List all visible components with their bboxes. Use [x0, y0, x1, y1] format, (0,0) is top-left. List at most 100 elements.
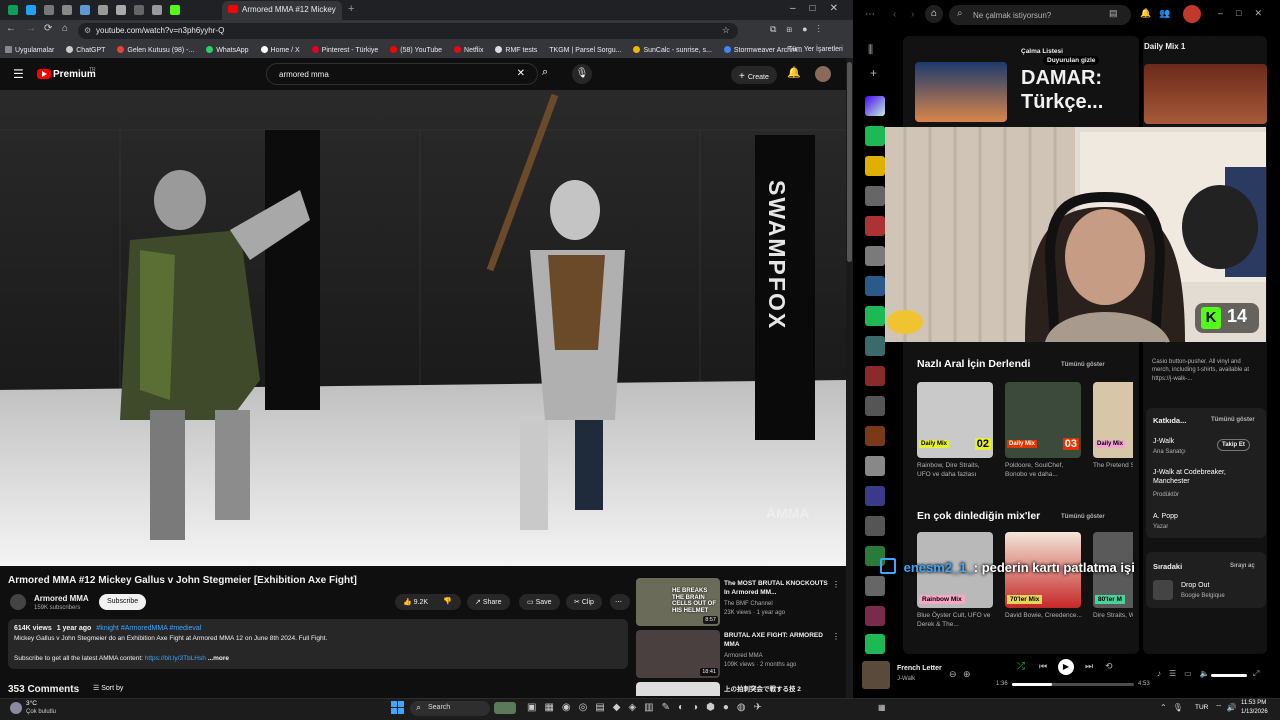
- language-indicator[interactable]: TUR: [1195, 704, 1208, 711]
- dislike-button[interactable]: 👎: [443, 597, 452, 605]
- more-actions-icon[interactable]: ⋯: [610, 594, 630, 610]
- play-button[interactable]: ▶: [1058, 659, 1074, 675]
- recommendation-item[interactable]: HE BREAKS THE BRAIN CELLS OUT OF HIS HEL…: [636, 578, 844, 628]
- voice-search-icon[interactable]: 🎙: [572, 64, 592, 84]
- channel-name[interactable]: Armored MMA: [34, 594, 89, 603]
- window-controls-icon[interactable]: –□✕: [790, 3, 852, 14]
- hide-ad-button[interactable]: Duyurulan gizle: [1043, 56, 1100, 65]
- library-item[interactable]: [865, 156, 885, 176]
- back-icon[interactable]: ←: [6, 23, 16, 34]
- current-track-artist[interactable]: J-Walk: [897, 676, 915, 682]
- library-item[interactable]: [865, 576, 885, 596]
- shuffle-icon[interactable]: ⤮: [1017, 661, 1025, 672]
- library-item[interactable]: [865, 336, 885, 356]
- library-item[interactable]: [865, 426, 885, 446]
- forward-icon[interactable]: ›: [911, 9, 914, 20]
- genre-mix-card[interactable]: 80'ler M Dire Straits, Whitesnake: [1093, 532, 1133, 621]
- save-button[interactable]: ▭ Save: [519, 594, 560, 610]
- daily-mix-card[interactable]: Daily Mix The Pretend Shivaree: [1093, 382, 1133, 471]
- section-title[interactable]: En çok dinlediğin mix'ler: [917, 510, 1040, 522]
- like-button[interactable]: 👍 9.2K: [403, 599, 428, 606]
- current-track-title[interactable]: French Letter: [897, 665, 942, 672]
- hero-playlist-cover[interactable]: [915, 62, 1007, 122]
- next-icon[interactable]: ⏭: [1085, 661, 1093, 672]
- new-tab-icon[interactable]: +: [348, 3, 354, 15]
- bookmark-pinterest[interactable]: Pinterest - Türkiye: [311, 46, 378, 54]
- queue-track-artist[interactable]: Boogie Belgique: [1181, 593, 1225, 599]
- liked-songs-icon[interactable]: [865, 96, 885, 116]
- follow-button[interactable]: Takip Et: [1217, 439, 1250, 451]
- window-controls-icon[interactable]: –□✕: [1218, 8, 1275, 19]
- bookmark-x[interactable]: Home / X: [260, 46, 300, 54]
- genre-mix-card[interactable]: 70'ler Mix David Bowie, Creedence...: [1005, 532, 1083, 621]
- show-all-link[interactable]: Tümünü göster: [1061, 514, 1105, 520]
- forward-icon[interactable]: →: [26, 23, 36, 34]
- weather-desc[interactable]: Çok bulutlu: [26, 709, 56, 715]
- bookmark-gmail[interactable]: Gelen Kutusu (98) -...: [117, 46, 194, 54]
- channel-avatar[interactable]: [10, 594, 26, 610]
- recommendation-item[interactable]: 18:41 BRUTAL AXE FIGHT: ARMORED MMA Armo…: [636, 630, 844, 680]
- description-box[interactable]: 614K views 1 year ago #knight #ArmoredMM…: [8, 619, 628, 669]
- tray-icons[interactable]: ⌃🎙: [1160, 703, 1189, 712]
- app-icon[interactable]: ▦: [878, 703, 886, 712]
- bookmark-chatgpt[interactable]: ChatGPT: [66, 46, 105, 54]
- bookmark-netflix[interactable]: Netflix: [454, 46, 483, 54]
- bookmark-suncalc[interactable]: SunCalc - sunrise, s...: [633, 46, 712, 54]
- recommendation-item[interactable]: 上の拍刺突会で戦する技 2: [636, 682, 844, 696]
- weather-temp[interactable]: 3°C: [26, 700, 37, 707]
- more-menu-icon[interactable]: ⋯: [865, 9, 875, 20]
- bookmark-apps[interactable]: Uygulamalar: [5, 46, 54, 54]
- start-icon[interactable]: [391, 701, 405, 715]
- previous-icon[interactable]: ⏮: [1039, 661, 1047, 672]
- more-options-icon[interactable]: ⋮: [832, 632, 840, 641]
- omnibox[interactable]: ⚙ youtube.com/watch?v=n3ph6yyhr-Q ☆: [78, 23, 738, 39]
- library-item[interactable]: [865, 516, 885, 536]
- credit-name[interactable]: J-Walk: [1153, 438, 1174, 445]
- extensions-icon[interactable]: ⧉⊞●⋮: [770, 24, 830, 35]
- youtube-search-input[interactable]: armored mma ✕: [266, 63, 538, 85]
- home-icon[interactable]: ⌂: [62, 23, 68, 34]
- pinned-apps-icon[interactable]: ▣▦◉◎▤◆◈▥✎◐◑⬢●◍✈: [527, 702, 770, 713]
- show-all-link[interactable]: Tümünü göster: [1061, 362, 1105, 368]
- library-item[interactable]: [865, 126, 885, 146]
- clock-time[interactable]: 11:53 PM: [1241, 700, 1266, 706]
- open-queue-link[interactable]: Sırayı aç: [1230, 563, 1255, 569]
- share-button[interactable]: ↗ Share: [467, 594, 510, 610]
- add-icon[interactable]: +: [870, 66, 877, 80]
- library-item[interactable]: [865, 486, 885, 506]
- active-tab[interactable]: Armored MMA #12 Mickey: [222, 1, 342, 20]
- library-item[interactable]: [865, 216, 885, 236]
- notifications-icon[interactable]: 🔔: [787, 66, 801, 79]
- library-item[interactable]: [865, 366, 885, 386]
- create-button[interactable]: + Create: [731, 66, 777, 84]
- library-item[interactable]: [865, 306, 885, 326]
- profile-avatar[interactable]: [1183, 5, 1201, 23]
- library-item[interactable]: [865, 456, 885, 476]
- player-extra-controls-icon[interactable]: ♪☰▭🔈: [1157, 669, 1218, 678]
- reload-icon[interactable]: ⟳: [44, 23, 52, 34]
- home-icon[interactable]: ⌂: [925, 5, 943, 23]
- video-player[interactable]: SWAMPFOX AMMA: [0, 90, 846, 566]
- taskbar-search[interactable]: ⌕ Search: [410, 701, 490, 716]
- show-all-link[interactable]: Tümünü göster: [1211, 417, 1255, 423]
- library-item[interactable]: [865, 246, 885, 266]
- section-title[interactable]: Nazlı Aral İçin Derlendi: [917, 358, 1030, 370]
- bookmark-youtube[interactable]: (58) YouTube: [390, 46, 442, 54]
- clip-button[interactable]: ✂ Clip: [566, 594, 602, 610]
- bookmark-whatsapp[interactable]: WhatsApp: [206, 46, 249, 54]
- avatar[interactable]: [815, 66, 831, 82]
- clear-search-icon[interactable]: ✕: [517, 68, 525, 79]
- more-link[interactable]: ...more: [208, 655, 229, 662]
- hashtags[interactable]: #knight #ArmoredMMA #medieval: [96, 625, 201, 632]
- subscribe-button[interactable]: Subscribe: [99, 594, 147, 610]
- library-item[interactable]: [865, 396, 885, 416]
- genre-mix-card[interactable]: Rainbow Mix Blue Öyster Cult, UFO ve Der…: [917, 532, 995, 630]
- menu-icon[interactable]: ☰: [13, 67, 24, 81]
- widgets-icon[interactable]: [494, 702, 516, 714]
- back-icon[interactable]: ‹: [893, 9, 896, 20]
- fullscreen-icon[interactable]: ⤢: [1253, 669, 1259, 679]
- progress-bar[interactable]: [1012, 683, 1134, 686]
- queue-track-title[interactable]: Drop Out: [1181, 582, 1209, 589]
- search-icon[interactable]: ⌕: [542, 66, 548, 79]
- credit-name[interactable]: A. Popp: [1153, 513, 1178, 520]
